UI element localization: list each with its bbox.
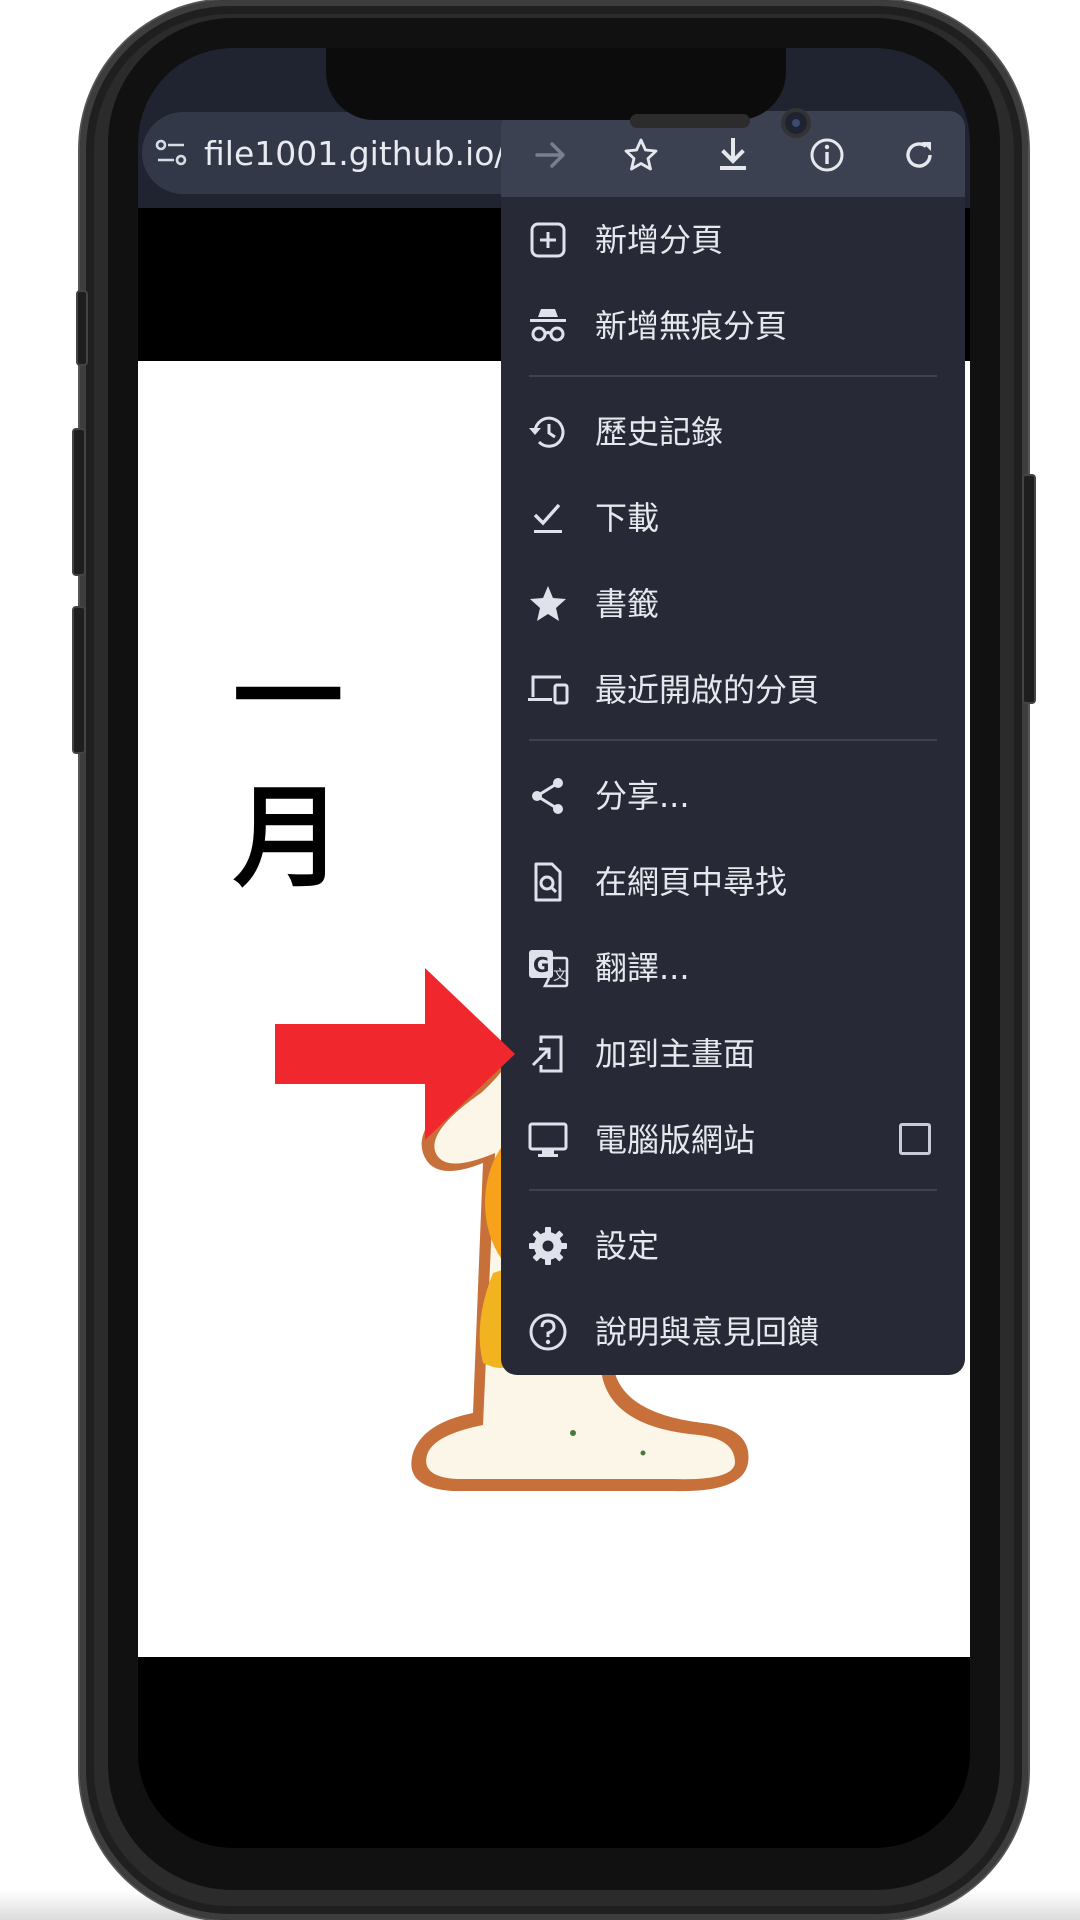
menu-item-desktop-site[interactable]: 電腦版網站 [501, 1097, 965, 1183]
menu-divider [529, 375, 937, 377]
menu-item-help-feedback[interactable]: 說明與意見回饋 [501, 1289, 965, 1375]
menu-item-settings[interactable]: 設定 [501, 1203, 965, 1289]
menu-item-translate[interactable]: G文 翻譯... [501, 925, 965, 1011]
desktop-site-checkbox[interactable] [899, 1123, 931, 1155]
info-icon[interactable] [805, 133, 849, 177]
menu-item-label: 電腦版網站 [595, 1121, 756, 1159]
download-icon[interactable] [711, 133, 755, 177]
reload-icon[interactable] [897, 133, 941, 177]
menu-item-label: 新增無痕分頁 [595, 307, 788, 345]
menu-item-label: 在網頁中尋找 [595, 863, 788, 901]
menu-item-label: 設定 [595, 1227, 660, 1265]
star-icon[interactable] [619, 133, 663, 177]
menu-item-label: 分享... [595, 777, 690, 815]
menu-divider [529, 739, 937, 741]
menu-item-history[interactable]: 歷史記錄 [501, 389, 965, 475]
devices-icon [528, 675, 569, 705]
phone-screen: file1001.github.io/eg 一 月 新增分頁 新增無痕分頁 歷史… [138, 48, 970, 1848]
annotation-arrow [275, 968, 515, 1140]
settings-gear-icon [529, 1227, 567, 1265]
bookmark-star-icon [530, 586, 566, 621]
help-icon [529, 1313, 567, 1351]
menu-item-label: 下載 [595, 499, 660, 537]
url-text[interactable]: file1001.github.io/eg [204, 134, 547, 173]
menu-divider [529, 1189, 937, 1191]
phone-volume-up-button [72, 428, 86, 576]
phone-side-button [76, 290, 88, 366]
svg-text:G: G [533, 953, 549, 977]
find-in-page-icon [534, 862, 562, 902]
add-to-home-icon [531, 1035, 563, 1073]
incognito-icon [530, 309, 566, 342]
menu-item-label: 歷史記錄 [595, 413, 724, 451]
menu-item-downloads[interactable]: 下載 [501, 475, 965, 561]
page-vertical-title: 一 月 [233, 633, 343, 902]
menu-item-bookmarks[interactable]: 書籤 [501, 561, 965, 647]
forward-icon[interactable] [529, 133, 573, 177]
menu-item-share[interactable]: 分享... [501, 753, 965, 839]
site-settings-icon[interactable] [154, 136, 188, 170]
front-camera [781, 108, 811, 138]
menu-item-label: 加到主畫面 [595, 1035, 756, 1073]
menu-item-label: 書籤 [595, 585, 660, 623]
new-tab-icon [530, 222, 566, 258]
menu-item-recent-tabs[interactable]: 最近開啟的分頁 [501, 647, 965, 733]
menu-item-label: 新增分頁 [595, 221, 724, 259]
share-icon [532, 778, 563, 814]
menu-item-new-tab[interactable]: 新增分頁 [501, 197, 965, 283]
downloads-icon [533, 503, 562, 533]
speaker [630, 114, 750, 128]
svg-text:文: 文 [553, 968, 567, 984]
menu-item-add-to-home-screen[interactable]: 加到主畫面 [501, 1011, 965, 1097]
menu-item-label: 最近開啟的分頁 [595, 671, 820, 709]
notch [326, 48, 786, 120]
history-icon [529, 416, 565, 448]
desktop-icon [528, 1122, 568, 1157]
phone-power-button [1022, 474, 1036, 704]
overflow-menu: 新增分頁 新增無痕分頁 歷史記錄 下載 書籤 最近開啟的分頁 分享... 在網頁… [501, 197, 965, 1375]
phone-volume-down-button [72, 606, 86, 754]
translate-icon: G文 [529, 950, 569, 988]
menu-item-label: 翻譯... [595, 949, 690, 987]
menu-item-find-in-page[interactable]: 在網頁中尋找 [501, 839, 965, 925]
menu-item-label: 說明與意見回饋 [595, 1313, 820, 1351]
menu-item-new-incognito-tab[interactable]: 新增無痕分頁 [501, 283, 965, 369]
